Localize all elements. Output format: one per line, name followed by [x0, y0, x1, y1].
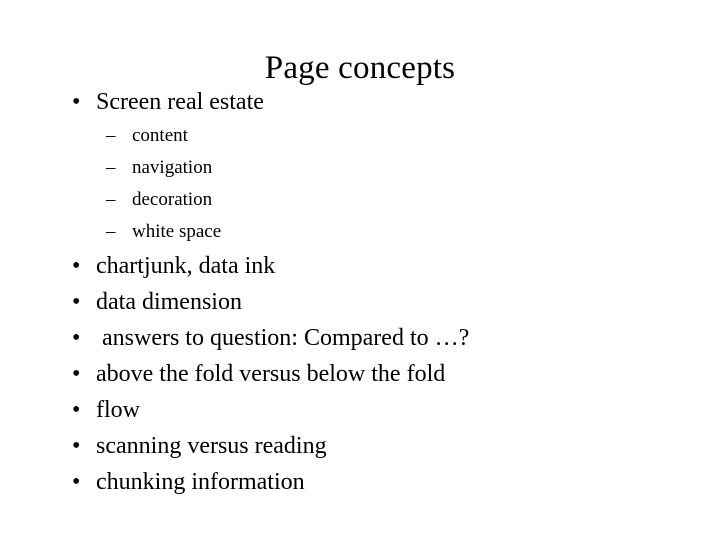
sub-list-item: – navigation	[0, 152, 720, 184]
bullet-marker-icon: •	[72, 325, 81, 351]
bullet-marker-icon: •	[72, 361, 81, 387]
list-item-label: chartjunk, data ink	[96, 253, 276, 279]
sub-bullet-list: – content – navigation – decoration – white spa…	[0, 120, 720, 248]
list-item-label: scanning versus reading	[96, 433, 327, 459]
list-item-label: flow	[96, 397, 140, 423]
list-item-label: above the fold versus below the fold	[96, 361, 446, 387]
sub-list-item: – white space	[0, 216, 720, 248]
list-item: • scanning versus reading	[0, 428, 720, 464]
list-item: • Screen real estate	[0, 84, 720, 120]
list-item-label: answers to question: Compared to …?	[96, 325, 470, 351]
bullet-list: • Screen real estate – content – navigation – d…	[0, 84, 720, 500]
sub-list-item-label: content	[132, 125, 188, 146]
bullet-marker-icon: •	[72, 433, 81, 459]
bullet-marker-icon: •	[72, 253, 81, 279]
list-item-label: data dimension	[96, 289, 242, 315]
bullet-marker-icon: •	[72, 89, 81, 115]
dash-marker-icon: –	[106, 157, 116, 178]
list-item: • above the fold versus below the fold	[0, 356, 720, 392]
list-item: • chartjunk, data ink	[0, 248, 720, 284]
sub-list-item: – decoration	[0, 184, 720, 216]
list-item: • chunking information	[0, 464, 720, 500]
bullet-marker-icon: •	[72, 397, 81, 423]
dash-marker-icon: –	[106, 125, 116, 146]
list-item-label: chunking information	[96, 469, 305, 495]
dash-marker-icon: –	[106, 221, 116, 242]
slide-body: • Screen real estate – content – navigation – d…	[0, 84, 720, 500]
list-item: • answers to question: Compared to …?	[0, 320, 720, 356]
sub-list-item-label: decoration	[132, 189, 213, 210]
dash-marker-icon: –	[106, 189, 116, 210]
slide: Page concepts • Screen real estate – conten…	[0, 0, 720, 540]
list-item-label: Screen real estate	[96, 89, 264, 115]
bullet-marker-icon: •	[72, 289, 81, 315]
list-item: • data dimension	[0, 284, 720, 320]
list-item: • flow	[0, 392, 720, 428]
sub-list-item-label: white space	[132, 221, 222, 242]
page-title: Page concepts	[264, 50, 456, 87]
sub-list-item-label: navigation	[132, 157, 213, 178]
sub-list-item: – content	[0, 120, 720, 152]
bullet-marker-icon: •	[72, 469, 81, 495]
